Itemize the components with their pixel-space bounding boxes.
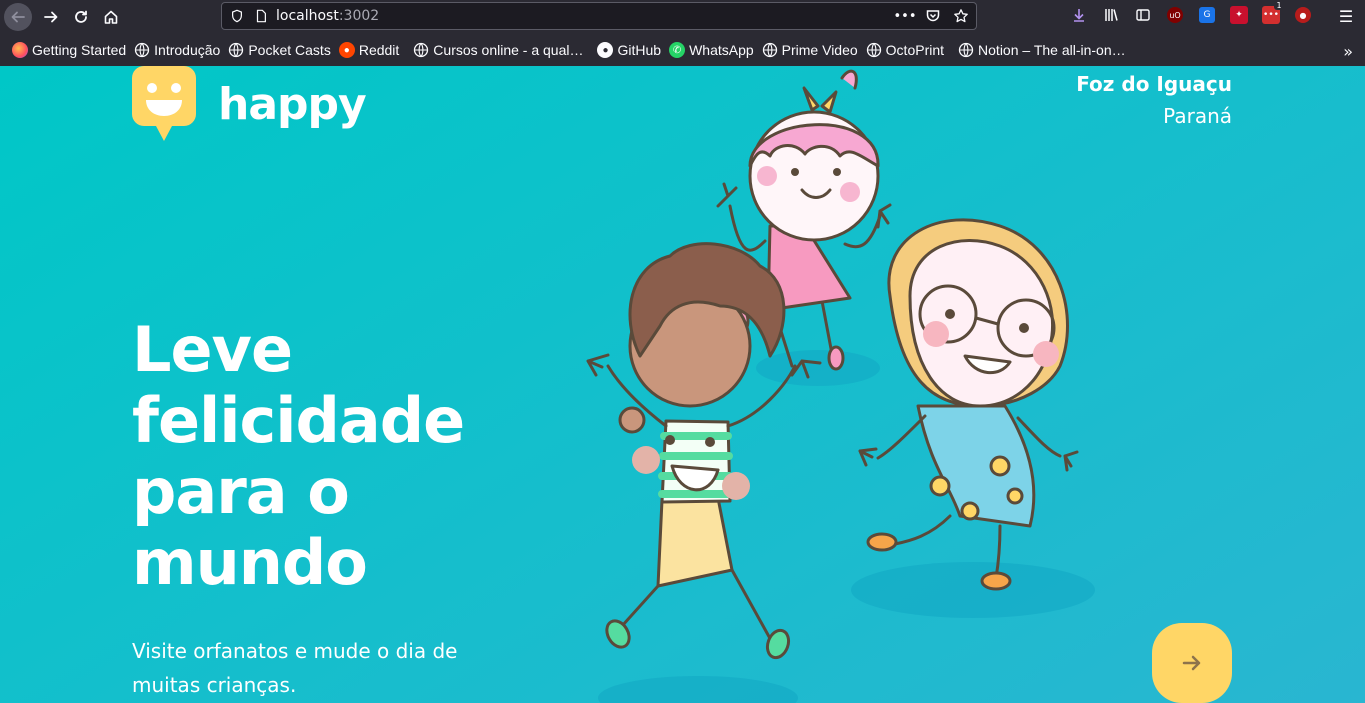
bookmark-label: Pocket Casts xyxy=(248,42,331,58)
enter-app-button[interactable] xyxy=(1152,623,1232,703)
home-icon xyxy=(104,10,118,24)
smiley-logo-icon xyxy=(132,66,196,141)
chevron-double-right-icon[interactable]: » xyxy=(1343,42,1353,61)
url-bar[interactable]: localhost:3002 ••• xyxy=(221,2,977,30)
url-port: :3002 xyxy=(338,8,380,24)
bookmark-reddit[interactable]: ● Reddit xyxy=(337,42,405,58)
firefox-icon xyxy=(12,42,28,58)
globe-icon xyxy=(228,42,244,58)
shield-icon[interactable] xyxy=(228,7,246,25)
bookmark-getting-started[interactable]: Getting Started xyxy=(10,42,132,58)
extension-red-icon[interactable]: ✦ xyxy=(1230,6,1248,24)
page-actions-icon[interactable]: ••• xyxy=(894,7,917,25)
bookmark-octoprint[interactable]: OctoPrint xyxy=(864,42,950,58)
bookmarks-bar: Getting Started Introdução Pocket Casts … xyxy=(0,34,1365,66)
headline: Leve felicidade para o mundo xyxy=(132,314,512,598)
sidebar-icon[interactable] xyxy=(1132,4,1154,26)
bookmark-label: Getting Started xyxy=(32,42,127,58)
library-icon[interactable] xyxy=(1100,4,1122,26)
home-button[interactable] xyxy=(96,3,126,31)
extension-badge-icon[interactable]: ••• 1 xyxy=(1262,0,1284,24)
bookmark-star-icon[interactable] xyxy=(952,7,970,25)
bookmark-label: WhatsApp xyxy=(689,42,754,58)
shadow xyxy=(598,676,798,703)
arrow-right-icon xyxy=(44,11,58,23)
shadow xyxy=(756,350,880,386)
bookmark-introducao[interactable]: Introdução xyxy=(132,42,226,58)
url-host: localhost xyxy=(276,8,339,24)
bookmark-notion[interactable]: Notion – The all-in-on… xyxy=(956,42,1132,58)
headline-line: mundo xyxy=(132,526,368,599)
subtitle: Visite orfanatos e mude o dia de muitas … xyxy=(132,639,458,697)
pocket-icon[interactable] xyxy=(924,7,942,25)
bookmark-label: Prime Video xyxy=(781,42,858,58)
bookmark-label: Reddit xyxy=(358,42,400,58)
downloads-icon[interactable] xyxy=(1068,4,1090,26)
headline-line: Leve xyxy=(132,313,293,386)
bookmark-label: Notion – The all-in-on… xyxy=(978,42,1126,58)
extension-badge-count: 1 xyxy=(1274,0,1284,10)
reload-icon xyxy=(75,10,87,23)
bookmark-github[interactable]: ● GitHub xyxy=(595,42,667,58)
logo-text: happy xyxy=(218,78,367,130)
globe-icon xyxy=(958,42,974,58)
logo: happy xyxy=(132,66,367,142)
bookmark-whatsapp[interactable]: ✆ WhatsApp xyxy=(667,42,760,58)
url-text: localhost:3002 xyxy=(276,8,379,24)
page-icon[interactable] xyxy=(252,7,270,25)
bookmark-label: Introdução xyxy=(154,42,221,58)
headline-line: felicidade xyxy=(132,384,465,457)
browser-toolbar: localhost:3002 ••• uO G ✦ ••• 1 ● ☰ xyxy=(0,0,1365,34)
globe-icon xyxy=(762,42,778,58)
bookmark-pocket-casts[interactable]: Pocket Casts xyxy=(226,42,336,58)
headline-line: para o xyxy=(132,455,350,528)
bookmark-label: OctoPrint xyxy=(885,42,945,58)
bookmark-label: GitHub xyxy=(617,42,662,58)
globe-icon xyxy=(134,42,150,58)
curly-boy xyxy=(586,242,822,660)
globe-icon xyxy=(866,42,882,58)
bookmark-prime-video[interactable]: Prime Video xyxy=(760,42,864,58)
globe-icon xyxy=(413,42,429,58)
reload-button[interactable] xyxy=(66,3,96,31)
children-illustration xyxy=(586,69,1095,703)
ublock-icon[interactable]: uO xyxy=(1167,7,1183,23)
arrow-right-icon xyxy=(1182,655,1201,671)
reddit-icon: ● xyxy=(338,42,355,58)
bookmark-cursos-online[interactable]: Cursos online - a qual… xyxy=(411,42,589,58)
back-button[interactable] xyxy=(4,3,32,31)
translate-icon[interactable]: G xyxy=(1199,7,1215,23)
glasses-girl xyxy=(858,218,1079,591)
arrow-left-icon xyxy=(11,11,25,23)
bookmark-label: Cursos online - a qual… xyxy=(433,42,584,58)
forward-button[interactable] xyxy=(36,3,66,31)
whatsapp-icon: ✆ xyxy=(669,42,686,58)
extension-dark-icon[interactable]: ● xyxy=(1295,7,1311,23)
github-icon: ● xyxy=(597,42,614,58)
shadow xyxy=(851,562,1095,618)
landing-page: happy Foz do Iguaçu Paraná Leve felicida… xyxy=(0,66,1365,703)
hamburger-menu-icon[interactable]: ☰ xyxy=(1335,5,1357,27)
